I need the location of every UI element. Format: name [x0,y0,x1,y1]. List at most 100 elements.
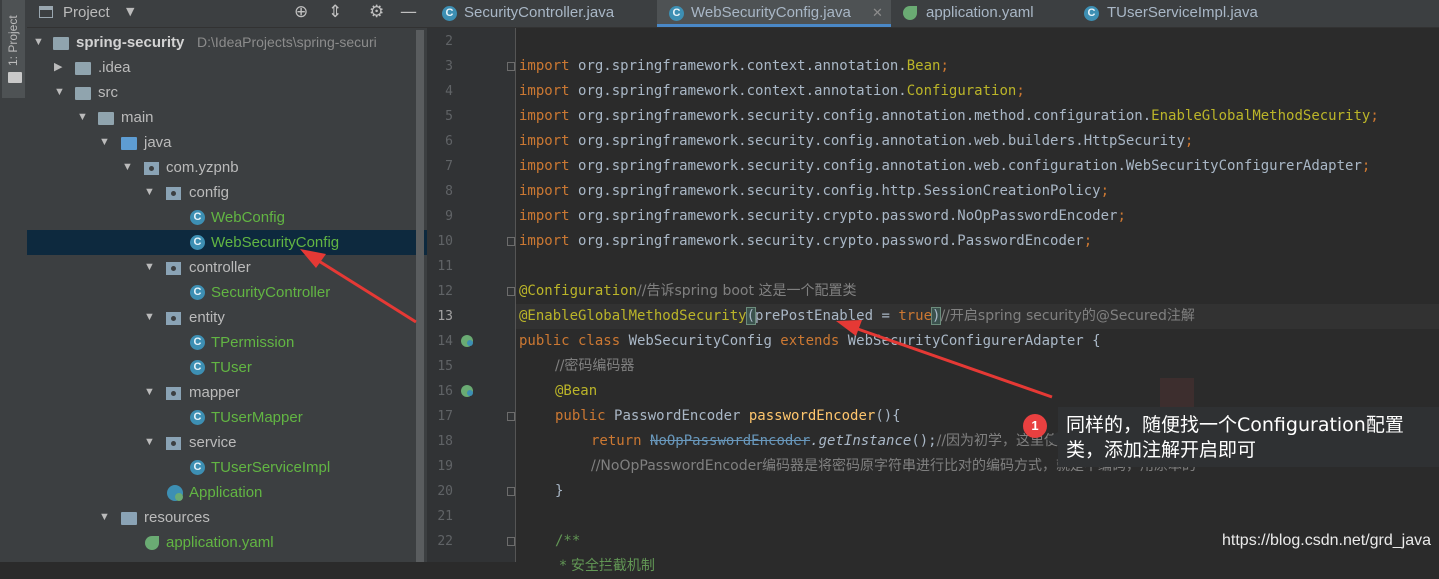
hide-panel-icon[interactable]: — [400,2,417,22]
code-line-3: import org.springframework.context.annot… [519,54,949,79]
fold-marker-icon[interactable] [507,412,515,421]
code-line-7: import org.springframework.security.conf… [519,154,1370,179]
expand-triangle-icon[interactable]: ▼ [99,130,110,155]
scrollbar-thumb[interactable] [416,30,424,562]
tree-item-application-yaml[interactable]: application.yaml [27,530,427,555]
fold-marker-icon[interactable] [507,487,515,496]
class-icon: C [190,460,205,475]
package-path: org.springframework.security.crypto.pass… [578,208,1118,224]
tree-item-label: com.yzpnb [166,159,239,176]
expand-triangle-icon[interactable]: ▼ [99,505,110,530]
spring-bean-gutter-icon[interactable] [461,385,473,397]
line-number: 19 [437,459,453,474]
tree-item-securitycontroller[interactable]: C SecurityController [27,280,427,305]
code-rest: (){ [875,408,901,424]
code-line-6: import org.springframework.security.conf… [519,129,1193,154]
tree-item-label: .idea [98,59,131,76]
project-scrollbar[interactable] [416,30,424,562]
package-icon [166,262,181,275]
fold-marker-icon[interactable] [507,537,515,546]
expand-triangle-icon[interactable]: ▼ [144,430,155,455]
line-number: 21 [437,509,453,524]
tree-item-resources[interactable]: ▼ resources [27,505,427,530]
expand-triangle-icon[interactable]: ▼ [77,105,88,130]
code-rest: (); [911,433,937,449]
fold-marker-icon[interactable] [507,287,515,296]
tree-item-idea[interactable]: ▶ .idea [27,55,427,80]
expand-triangle-icon[interactable]: ▼ [144,380,155,405]
line-number: 15 [437,359,453,374]
expand-triangle-icon[interactable]: ▼ [122,155,133,180]
tree-item-label: controller [189,259,251,276]
tree-item-tpermission[interactable]: C TPermission [27,330,427,355]
class-ref: Bean [906,58,941,74]
line-number: 4 [445,84,453,99]
line-number: 18 [437,434,453,449]
line-number: 22 [437,534,453,549]
tree-item-src[interactable]: ▼ src [27,80,427,105]
tree-item-webconfig[interactable]: C WebConfig [27,205,427,230]
gear-icon[interactable]: ⚙ [369,2,384,22]
package-path: org.springframework.context.annotation. [578,58,907,74]
tree-item-config[interactable]: ▼ config [27,180,427,205]
tab-securitycontroller[interactable]: C SecurityController.java [427,0,655,27]
tab-tuserserviceimpl[interactable]: C TUserServiceImpl.java [1075,0,1285,27]
class-ref: EnableGlobalMethodSecurity [1151,108,1371,124]
tree-item-com-yzpnb[interactable]: ▼ com.yzpnb [27,155,427,180]
tree-item-label: TUser [211,359,252,376]
class-ref: Configuration [906,83,1017,99]
tree-item-java[interactable]: ▼ java [27,130,427,155]
class-icon: C [190,360,205,375]
tab-application-yaml[interactable]: application.yaml [893,0,1071,27]
tree-item-label: application.yaml [166,534,274,551]
tree-item-entity[interactable]: ▼ entity [27,305,427,330]
line-number: 7 [445,159,453,174]
expand-triangle-icon[interactable]: ▼ [54,80,65,105]
return-type: PasswordEncoder [614,408,749,424]
expand-triangle-icon[interactable]: ▼ [144,255,155,280]
deprecated-class: NoOpPasswordEncoder [650,433,811,449]
project-view-selector[interactable]: Project [63,4,110,21]
tree-item-label: TUserMapper [211,409,303,426]
collapse-all-icon[interactable]: ⇕ [328,2,342,22]
close-tab-icon[interactable]: ✕ [872,0,883,26]
code-line-5: import org.springframework.security.conf… [519,104,1379,129]
spring-bean-gutter-icon[interactable] [461,335,473,347]
tree-item-mapper[interactable]: ▼ mapper [27,380,427,405]
expand-triangle-icon[interactable]: ▼ [144,305,155,330]
punct: ; [1083,233,1093,249]
code-line-15: //密码编码器 [555,354,634,379]
expand-triangle-icon[interactable]: ▼ [33,30,44,55]
annotation-arg: prePostEnabled = [755,308,899,324]
punct: ; [1370,108,1379,124]
keyword: public class [519,333,629,349]
tree-item-label: resources [144,509,210,526]
tree-item-service[interactable]: ▼ service [27,430,427,455]
tree-item-spring-security[interactable]: ▼ spring-security D:\IdeaProjects\spring… [27,30,427,55]
tree-item-application[interactable]: Application [27,480,427,505]
static-call: .getInstance [810,433,912,449]
tool-window-stripe: 1: Project [0,0,28,562]
locate-file-icon[interactable]: ⊕ [294,2,308,22]
tree-item-main[interactable]: ▼ main [27,105,427,130]
tree-item-websecurityconfig[interactable]: C WebSecurityConfig [27,230,427,255]
folder-icon [75,62,91,75]
brace: } [555,483,564,499]
tab-label: application.yaml [926,4,1034,21]
expand-triangle-icon[interactable]: ▼ [144,180,155,205]
tree-item-label: spring-security [76,34,185,51]
fold-marker-icon[interactable] [507,62,515,71]
collapse-triangle-icon[interactable]: ▶ [54,55,62,80]
package-icon [166,437,181,450]
chevron-down-icon[interactable]: ▼ [126,5,134,18]
tree-item-controller[interactable]: ▼ controller [27,255,427,280]
tab-websecurityconfig[interactable]: C WebSecurityConfig.java ✕ [657,0,891,27]
tree-item-tuser[interactable]: C TUser [27,355,427,380]
code-line-22: /** [555,529,580,554]
tree-item-tuserserviceimpl[interactable]: C TUserServiceImpl [27,455,427,480]
fold-marker-icon[interactable] [507,237,515,246]
project-tool-button[interactable]: 1: Project [2,0,25,98]
class-icon: C [190,235,205,250]
annotation: @Configuration [519,283,638,299]
tree-item-tusermapper[interactable]: C TUserMapper [27,405,427,430]
